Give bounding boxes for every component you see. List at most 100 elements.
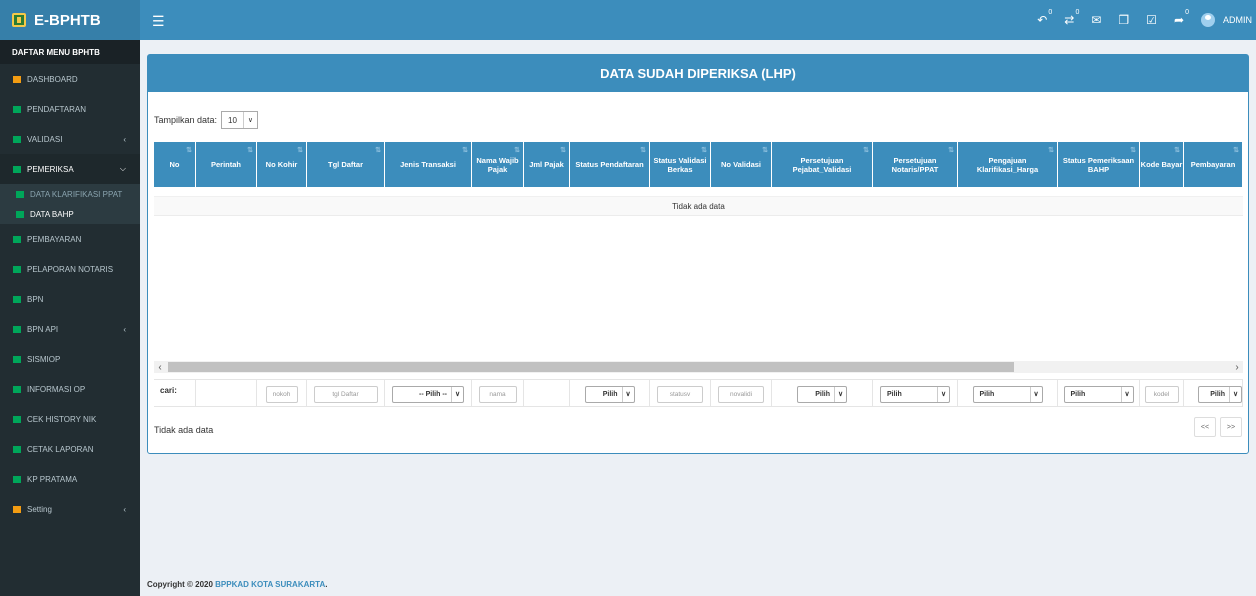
- column-header[interactable]: Pembayaran ⇅: [1184, 142, 1243, 187]
- horizontal-scrollbar[interactable]: ‹ ›: [154, 361, 1243, 373]
- sidebar-item-label: BPN: [27, 294, 44, 304]
- column-header[interactable]: Status Pemeriksaan BAHP ⇅: [1058, 142, 1140, 187]
- sort-icon: ⇅: [186, 147, 192, 154]
- chevron-down-icon: ∨: [1120, 386, 1133, 402]
- column-header[interactable]: Nama Wajib Pajak ⇅: [472, 142, 524, 187]
- search-icon: [13, 415, 21, 423]
- sidebar-item-pelaporan-notaris[interactable]: PELAPORAN NOTARIS: [0, 254, 140, 284]
- filter-label-cell: cari:: [154, 380, 196, 406]
- chevron-down-icon: ∨: [451, 386, 463, 402]
- sidebar-item-sismiop[interactable]: SISMIOP: [0, 344, 140, 374]
- navbar-icons: ↶ 0 ⇄ 0 ✉ ❐ ☑ ➦ 0 ADMIN: [1037, 0, 1256, 40]
- filter-cell: Pilih ∨: [570, 380, 650, 406]
- kode-bayar-filter-input[interactable]: kodel: [1144, 385, 1179, 403]
- chevron-down-icon: ∨: [1229, 386, 1241, 402]
- length-select[interactable]: 10 ∨: [221, 111, 258, 129]
- column-header[interactable]: Kode Bayar ⇅: [1140, 142, 1184, 187]
- prev-page-button[interactable]: <<: [1194, 417, 1216, 437]
- user-menu[interactable]: ADMIN: [1201, 13, 1252, 27]
- column-header[interactable]: Status Validasi Berkas ⇅: [650, 142, 711, 187]
- check-square-icon[interactable]: ☑: [1146, 13, 1157, 27]
- sidebar-item-label: PEMBAYARAN: [27, 234, 82, 244]
- column-header[interactable]: No Kohir ⇅: [257, 142, 307, 187]
- sidebar-item-label: CETAK LAPORAN: [27, 444, 94, 454]
- money-icon: [13, 235, 21, 243]
- pagination: << >>: [1190, 417, 1242, 437]
- book-icon: [13, 265, 21, 273]
- sidebar-item-cek-history-nik[interactable]: CEK HISTORY NIK: [0, 404, 140, 434]
- chevron-left-icon: ‹: [123, 324, 126, 334]
- filter-label: cari:: [160, 386, 177, 395]
- column-header[interactable]: Persetujuan Pejabat_Validasi ⇅: [772, 142, 873, 187]
- column-header[interactable]: Jenis Transaksi ⇅: [385, 142, 472, 187]
- sort-icon: ⇅: [247, 147, 253, 154]
- persetujuan-pejabat-filter-select[interactable]: Pilih ∨: [797, 385, 847, 403]
- gears-icon: [13, 505, 21, 513]
- share-icon[interactable]: ➦ 0: [1174, 9, 1189, 27]
- chevron-left-icon: ‹: [123, 134, 126, 144]
- next-page-button[interactable]: >>: [1220, 417, 1242, 437]
- sidebar-item-bpn[interactable]: BPN: [0, 284, 140, 314]
- sidebar-item-data-bahp[interactable]: DATA BAHP: [0, 204, 140, 224]
- sidebar-item-label: VALIDASI: [27, 134, 63, 144]
- status-bahp-filter-select[interactable]: Pilih ∨: [1063, 385, 1134, 403]
- sidebar-header: DAFTAR MENU BPHTB: [0, 40, 140, 64]
- sidebar-item-label: DASHBOARD: [27, 74, 78, 84]
- top-navbar: E-BPHTB ☰ ↶ 0 ⇄ 0 ✉ ❐ ☑ ➦ 0 ADMIN: [0, 0, 1256, 40]
- no-validasi-filter-input[interactable]: novalidi: [718, 385, 764, 403]
- app-logo[interactable]: E-BPHTB: [0, 0, 140, 40]
- sort-icon: ⇅: [560, 147, 566, 154]
- klarifikasi-harga-filter-select[interactable]: Pilih ∨: [972, 385, 1043, 403]
- transfer-icon[interactable]: ⇄ 0: [1064, 9, 1079, 27]
- reply-icon[interactable]: ↶ 0: [1037, 9, 1052, 27]
- sidebar-item-informasi-op[interactable]: INFORMASI OP: [0, 374, 140, 404]
- length-label: Tampilkan data:: [154, 115, 218, 125]
- status-validasi-filter-input[interactable]: statusv: [657, 385, 703, 403]
- sidebar-item-validasi[interactable]: VALIDASI ‹: [0, 124, 140, 154]
- sidebar-item-pemeriksa[interactable]: PEMERIKSA ⌵: [0, 154, 140, 184]
- sidebar-item-cetak-laporan[interactable]: CETAK LAPORAN: [0, 434, 140, 464]
- sidebar-item-setting[interactable]: Setting ‹: [0, 494, 140, 524]
- sidebar-item-pembayaran[interactable]: PEMBAYARAN: [0, 224, 140, 254]
- tgl-daftar-filter-input[interactable]: tgl Daftar: [313, 385, 378, 403]
- pembayaran-filter-select[interactable]: Pilih ∨: [1198, 385, 1242, 403]
- sidebar-item-pendaftaran[interactable]: PENDAFTARAN: [0, 94, 140, 124]
- file-icon: [16, 190, 24, 198]
- column-header[interactable]: Perintah ⇅: [196, 142, 257, 187]
- scrollbar-thumb[interactable]: [168, 362, 1014, 372]
- scroll-right-icon[interactable]: ›: [1231, 362, 1243, 373]
- sort-icon: ⇅: [514, 147, 520, 154]
- column-header[interactable]: No Validasi ⇅: [711, 142, 772, 187]
- nama-filter-input[interactable]: nama: [478, 385, 517, 403]
- footer-link[interactable]: BPPKAD KOTA SURAKARTA: [215, 580, 325, 589]
- chevron-down-icon: ⌵: [119, 164, 126, 173]
- column-header[interactable]: Persetujuan Notaris/PPAT ⇅: [873, 142, 958, 187]
- scroll-left-icon[interactable]: ‹: [154, 362, 166, 373]
- sidebar-item-data-klarifikasi-ppat[interactable]: DATA KLARIFIKASI PPAT: [0, 184, 140, 204]
- sidebar-item-bpn-api[interactable]: BPN API ‹: [0, 314, 140, 344]
- sort-icon: ⇅: [948, 147, 954, 154]
- column-header[interactable]: Status Pendaftaran ⇅: [570, 142, 650, 187]
- kohir-filter-input[interactable]: nokoh: [265, 385, 298, 403]
- sidebar-item-kp-pratama[interactable]: KP PRATAMA: [0, 464, 140, 494]
- table-info: Tidak ada data: [154, 425, 214, 435]
- city-emblem-icon: [12, 13, 26, 27]
- length-control: Tampilkan data: 10 ∨: [154, 111, 258, 129]
- column-header[interactable]: Pengajuan Klarifikasi_Harga ⇅: [958, 142, 1058, 187]
- sidebar-item-dashboard[interactable]: DASHBOARD: [0, 64, 140, 94]
- status-pendaftaran-filter-select[interactable]: Pilih ∨: [584, 385, 635, 403]
- filter-cell: statusv: [650, 380, 711, 406]
- sort-icon: ⇅: [462, 147, 468, 154]
- column-header[interactable]: Jml Pajak ⇅: [524, 142, 570, 187]
- filter-cell: Pilih ∨: [873, 380, 958, 406]
- jenis-transaksi-filter-select[interactable]: -- Pilih -- ∨: [392, 385, 464, 403]
- user-name: ADMIN: [1223, 15, 1252, 25]
- menu-toggle-icon[interactable]: ☰: [152, 13, 165, 30]
- column-header[interactable]: No ⇅: [154, 142, 196, 187]
- sidebar-item-label: PELAPORAN NOTARIS: [27, 264, 114, 274]
- list-icon: [13, 475, 21, 483]
- mail-icon[interactable]: ✉: [1091, 13, 1101, 27]
- persetujuan-notaris-filter-select[interactable]: Pilih ∨: [880, 385, 950, 403]
- copy-icon[interactable]: ❐: [1118, 13, 1129, 27]
- column-header[interactable]: Tgl Daftar ⇅: [307, 142, 385, 187]
